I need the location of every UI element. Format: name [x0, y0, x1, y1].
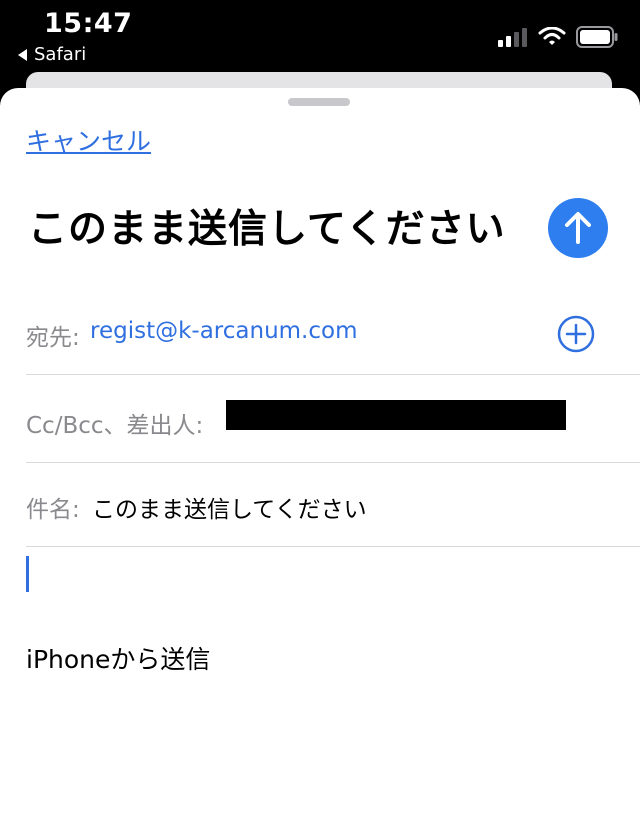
battery-icon — [576, 26, 618, 48]
to-label: 宛先: — [26, 325, 80, 351]
wifi-icon — [538, 27, 566, 45]
add-recipient-button[interactable] — [556, 314, 596, 354]
cc-bcc-from-row[interactable]: Cc/Bcc、差出人: — [26, 376, 640, 463]
sheet-grabber[interactable] — [288, 98, 350, 106]
status-time: 15:47 — [44, 8, 133, 39]
back-to-app-button[interactable]: Safari — [18, 44, 86, 65]
signature-text: iPhoneから送信 — [26, 645, 211, 674]
status-icons — [498, 26, 618, 48]
signal-icon — [498, 28, 527, 47]
subject-row[interactable]: 件名: このまま送信してください — [26, 460, 640, 547]
plus-circle-icon — [557, 315, 595, 353]
send-button[interactable] — [548, 198, 608, 258]
redacted-sender — [226, 400, 566, 430]
to-row[interactable]: 宛先: regist@k-arcanum.com — [26, 288, 640, 375]
compose-title: このまま送信してください — [28, 207, 506, 252]
cancel-button[interactable]: キャンセル — [26, 122, 151, 158]
compose-sheet: キャンセル このまま送信してください 宛先: regist@k-arcanum.… — [0, 88, 640, 828]
arrow-up-icon — [565, 212, 591, 244]
cc-bcc-from-label: Cc/Bcc、差出人: — [26, 413, 204, 439]
back-triangle-icon — [18, 48, 27, 61]
message-body[interactable]: iPhoneから送信 — [26, 548, 616, 808]
text-cursor — [26, 556, 29, 592]
to-recipient[interactable]: regist@k-arcanum.com — [90, 318, 358, 344]
back-app-label: Safari — [34, 44, 87, 65]
subject-field[interactable]: このまま送信してください — [92, 490, 367, 524]
subject-label: 件名: — [26, 497, 80, 523]
